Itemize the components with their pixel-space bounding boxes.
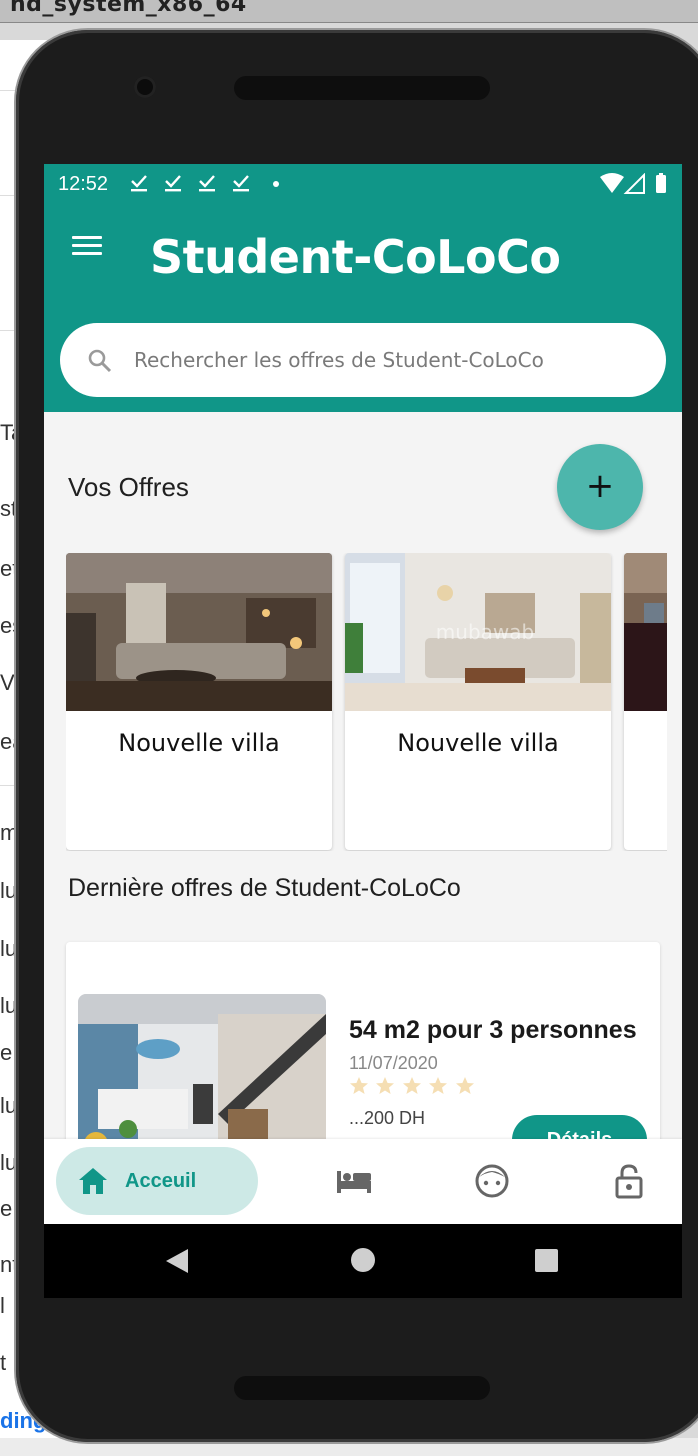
your-offers-title: Vos Offres — [68, 472, 189, 502]
star-icon — [350, 1077, 368, 1094]
desktop-window-title: nd_system_x86_64 — [10, 0, 247, 17]
offer-card[interactable]: mubawab Nouvelle villa — [345, 553, 611, 850]
plus-icon: + — [585, 466, 615, 506]
lock-icon[interactable] — [610, 1163, 648, 1199]
offer-date: 11/07/2020 — [349, 1053, 438, 1073]
system-navigation-bar — [44, 1224, 682, 1298]
desktop-text-fragment: e — [0, 1196, 13, 1221]
checkmark-icon — [233, 175, 249, 192]
front-camera — [134, 76, 156, 98]
desktop-text-fragment: lu — [0, 1093, 18, 1118]
notification-dot-icon — [273, 181, 279, 187]
desktop-text-fragment: lu — [0, 993, 18, 1018]
wifi-icon — [600, 173, 624, 193]
offer-price: ...200 DH — [349, 1108, 426, 1128]
offer-photo-bedroom — [624, 553, 667, 711]
bed-icon[interactable] — [335, 1163, 373, 1199]
star-icon — [402, 1077, 421, 1094]
signal-icon — [623, 173, 645, 194]
desktop-text-fragment: lu — [0, 1150, 18, 1175]
status-time: 12:52 — [58, 173, 109, 195]
checkmark-icon — [199, 175, 215, 192]
back-icon[interactable] — [164, 1248, 190, 1274]
offer-title: Nouvelle villa — [397, 729, 559, 757]
connectivity-icons — [600, 173, 666, 194]
phone-screen: 12:52 Student-CoLoCo Vos Offres — [44, 164, 682, 1298]
bottom-speaker — [234, 1376, 490, 1400]
offer-card[interactable] — [624, 553, 667, 850]
your-offers-carousel[interactable]: Nouvelle villa mubawab Nouvelle villa — [66, 553, 667, 851]
checkmark-icon — [131, 175, 147, 192]
add-offer-button[interactable]: + — [557, 444, 643, 530]
desktop-text-fragment: e — [0, 1040, 13, 1065]
desktop-text-fragment: lu — [0, 878, 18, 903]
battery-icon — [656, 175, 666, 193]
offer-photo-living-room — [66, 553, 332, 711]
watermark: mubawab — [436, 620, 534, 644]
home-icon — [79, 1168, 107, 1194]
latest-offers-title: Dernière offres de Student-CoLoCo — [68, 874, 461, 902]
offer-photo-living-room: mubawab — [345, 553, 611, 711]
star-icon — [429, 1077, 448, 1094]
star-icon — [376, 1077, 395, 1094]
desktop-text-fragment: l — [0, 1293, 5, 1318]
nav-item-home[interactable]: Acceuil — [56, 1147, 258, 1215]
rating-stars — [349, 1076, 477, 1098]
home-button-icon[interactable] — [351, 1248, 375, 1272]
menu-icon[interactable] — [72, 236, 102, 258]
desktop-text-fragment: st — [0, 496, 18, 521]
nav-label-home: Acceuil — [125, 1170, 197, 1192]
bottom-navigation: Acceuil — [44, 1139, 682, 1224]
desktop-title-bar: nd_system_x86_64 — [0, 0, 698, 23]
status-bar: 12:52 — [44, 164, 682, 204]
search-input[interactable] — [134, 345, 644, 375]
desktop-text-fragment: lu — [0, 936, 18, 961]
search-icon — [88, 349, 112, 373]
recent-apps-icon[interactable] — [535, 1249, 558, 1272]
earpiece-speaker — [234, 76, 490, 100]
face-icon[interactable] — [473, 1163, 511, 1199]
checkmark-icon — [165, 175, 181, 192]
search-bar[interactable] — [60, 323, 666, 397]
app-bar: 12:52 Student-CoLoCo — [44, 164, 682, 412]
offer-title: 54 m2 pour 3 personnes — [349, 1016, 637, 1044]
star-icon — [455, 1077, 474, 1094]
offer-card[interactable]: Nouvelle villa — [66, 553, 332, 850]
app-title: Student-CoLoCo — [150, 230, 561, 284]
offer-title: Nouvelle villa — [118, 729, 280, 757]
desktop-text-fragment: t — [0, 1350, 7, 1375]
